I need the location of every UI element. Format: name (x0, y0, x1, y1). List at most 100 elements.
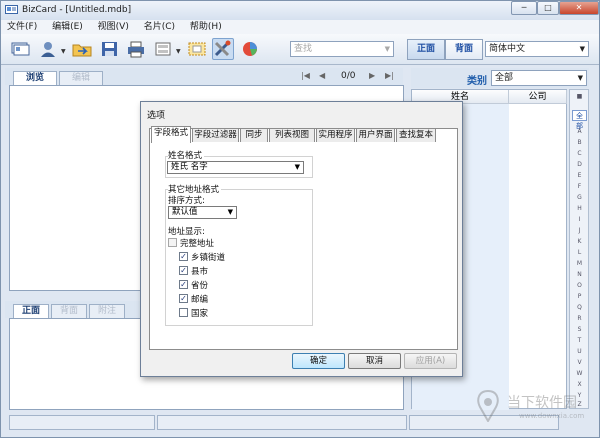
cancel-button[interactable]: 取消 (348, 353, 401, 369)
chevron-down-icon[interactable]: ▼ (578, 71, 583, 85)
tools-icon (214, 40, 231, 57)
sort-value: 默认值 (172, 207, 198, 217)
menu-help[interactable]: 帮助(H) (184, 20, 228, 34)
browse-tabstrip: 浏览 编辑 |◀ ◀ 0/0 ▶ ▶| (5, 68, 403, 85)
contacts-dropdown-icon[interactable]: ▼ (61, 48, 66, 55)
language-value: 简体中文 (489, 44, 526, 54)
index-letter[interactable]: I (572, 215, 587, 224)
front-view-button[interactable]: 正面 (407, 39, 445, 60)
tab-sync[interactable]: 同步 (240, 128, 268, 142)
index-letter[interactable]: F (572, 182, 587, 191)
next-page-icon[interactable]: ▶ (369, 71, 375, 80)
address-display-label: 地址显示: (168, 227, 205, 237)
name-format-label: 姓名格式 (168, 149, 205, 161)
new-card-button[interactable] (9, 38, 31, 60)
index-letter[interactable]: O (572, 281, 587, 290)
index-letter[interactable]: S (572, 325, 587, 334)
title-bar: BizCard - [Untitled.mdb] ─ □ ✕ (1, 1, 599, 20)
maximize-button[interactable]: □ (537, 1, 559, 15)
menu-bar: 文件(F) 编辑(E) 视图(V) 名片(C) 帮助(H) (1, 20, 599, 34)
menu-file[interactable]: 文件(F) (1, 20, 43, 34)
tab-field-filter[interactable]: 字段过滤器 (192, 128, 239, 142)
column-header-company[interactable]: 公司 (509, 90, 567, 104)
index-letter[interactable]: U (572, 347, 587, 356)
chevron-down-icon[interactable]: ▼ (385, 42, 390, 56)
watermark-text: 当下软件园 (507, 395, 577, 411)
city-checkbox[interactable]: ✓ (179, 266, 188, 275)
full-address-label: 完整地址 (180, 239, 215, 249)
index-letter[interactable]: C (572, 149, 587, 158)
tab-browse[interactable]: 浏览 (13, 71, 57, 85)
country-checkbox[interactable] (179, 308, 188, 317)
category-label: 类别 (467, 76, 487, 87)
index-letter[interactable]: D (572, 160, 587, 169)
index-toggle-icon[interactable]: ■ (572, 92, 587, 101)
window-title: BizCard - [Untitled.mdb] (22, 5, 132, 15)
menu-card[interactable]: 名片(C) (138, 20, 181, 34)
contacts-button[interactable] (37, 38, 59, 60)
folder-arrow-icon (72, 44, 92, 57)
search-combo[interactable]: 查找 ▼ (290, 41, 394, 57)
index-letter[interactable]: W (572, 369, 587, 378)
card-stack-icon (11, 42, 30, 56)
chevron-down-icon[interactable]: ▼ (580, 42, 585, 56)
index-letter[interactable]: K (572, 237, 587, 246)
minimize-button[interactable]: ─ (511, 1, 537, 15)
close-button[interactable]: ✕ (559, 1, 599, 15)
index-letter[interactable]: A (572, 127, 587, 136)
tab-field-format[interactable]: 字段格式 (151, 126, 191, 143)
print-button[interactable] (125, 38, 147, 60)
index-letter[interactable]: N (572, 270, 587, 279)
full-address-checkbox[interactable] (168, 238, 177, 247)
index-letter[interactable]: L (572, 248, 587, 257)
index-letter[interactable]: V (572, 358, 587, 367)
save-button[interactable] (99, 38, 121, 60)
alphabet-index: ■ 全部 A B C D E F G H I J K L M N O P Q R… (569, 89, 589, 409)
watermark-logo-icon (477, 390, 499, 422)
index-letter[interactable]: J (572, 226, 587, 235)
back-view-button[interactable]: 背面 (445, 39, 483, 60)
sort-select[interactable]: 默认值 ▼ (168, 206, 237, 219)
ok-button[interactable]: 确定 (292, 353, 345, 369)
province-checkbox[interactable]: ✓ (179, 280, 188, 289)
search-placeholder: 查找 (294, 44, 313, 54)
tab-user-interface[interactable]: 用户界面 (356, 128, 395, 142)
export-dropdown-icon[interactable]: ▼ (176, 48, 181, 55)
card-view-button[interactable] (186, 38, 208, 60)
export-button[interactable] (153, 38, 175, 60)
street-checkbox[interactable]: ✓ (179, 252, 188, 261)
apply-button[interactable]: 应用(A) (404, 353, 457, 369)
tab-edit[interactable]: 编辑 (59, 71, 103, 85)
index-letter[interactable]: G (572, 193, 587, 202)
menu-view[interactable]: 视图(V) (92, 20, 135, 34)
index-letter[interactable]: P (572, 292, 587, 301)
page-counter: 0/0 (341, 71, 356, 81)
index-letter[interactable]: H (572, 204, 587, 213)
tab-front[interactable]: 正面 (13, 304, 49, 318)
chevron-down-icon[interactable]: ▼ (295, 162, 300, 173)
tab-find-duplicates[interactable]: 查找复本 (396, 128, 436, 142)
prev-page-icon[interactable]: ◀ (319, 71, 325, 80)
menu-edit[interactable]: 编辑(E) (46, 20, 89, 34)
index-letter[interactable]: Q (572, 303, 587, 312)
first-page-icon[interactable]: |◀ (301, 71, 310, 80)
chevron-down-icon[interactable]: ▼ (228, 207, 233, 218)
name-format-select[interactable]: 姓氏 名字 ▼ (167, 161, 304, 174)
index-letter[interactable]: E (572, 171, 587, 180)
language-select[interactable]: 简体中文 ▼ (485, 41, 589, 57)
last-page-icon[interactable]: ▶| (385, 71, 394, 80)
index-letter[interactable]: B (572, 138, 587, 147)
index-letter[interactable]: R (572, 314, 587, 323)
tab-list-view[interactable]: 列表视图 (269, 128, 315, 142)
category-select[interactable]: 全部 ▼ (491, 70, 587, 86)
tab-utilities[interactable]: 实用程序 (316, 128, 355, 142)
index-letter[interactable]: M (572, 259, 587, 268)
index-all[interactable]: 全部 (572, 110, 587, 130)
index-letter[interactable]: T (572, 336, 587, 345)
sync-button[interactable] (239, 38, 261, 60)
tools-button[interactable] (212, 38, 234, 60)
zip-checkbox[interactable]: ✓ (179, 294, 188, 303)
tab-notes[interactable]: 附注 (89, 304, 125, 318)
import-button[interactable] (71, 38, 93, 60)
tab-back[interactable]: 背面 (51, 304, 87, 318)
